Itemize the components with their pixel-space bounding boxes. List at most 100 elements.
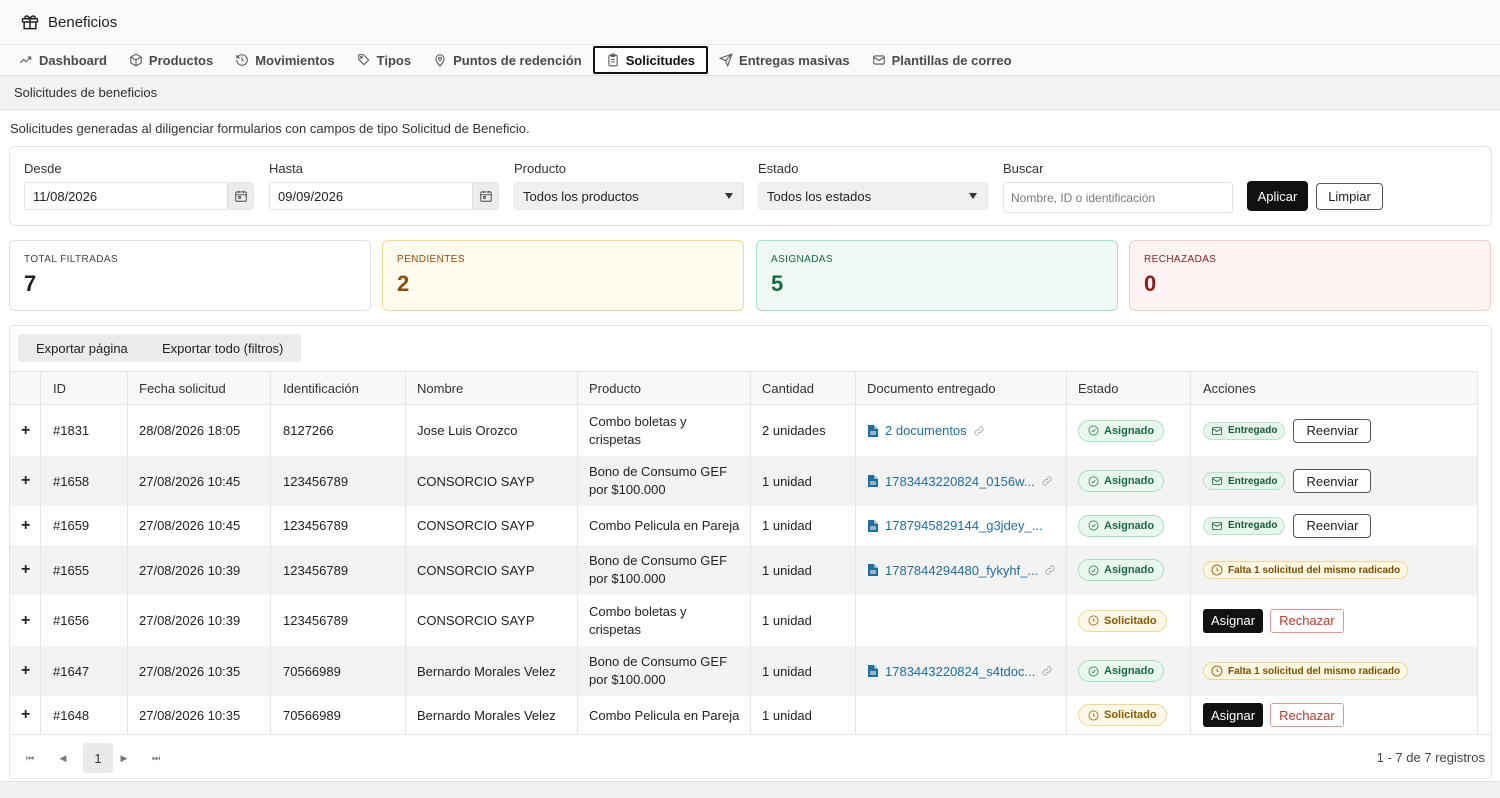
col-header-producto[interactable]: Producto <box>589 372 641 404</box>
col-header-nombre[interactable]: Nombre <box>417 372 463 404</box>
status-badge: Solicitado <box>1078 704 1167 726</box>
trend-icon <box>19 56 32 64</box>
desde-date-input[interactable]: 11/08/2026 <box>24 182 254 210</box>
check-circle-icon <box>1088 520 1099 531</box>
estado-selected: Todos los estados <box>767 188 872 204</box>
status-badge: Solicitado <box>1078 609 1167 632</box>
filter-desde: Desde 11/08/2026 <box>24 161 254 210</box>
search-input[interactable] <box>1003 182 1233 213</box>
expand-row-button[interactable]: + <box>21 595 30 646</box>
expand-row-button[interactable]: + <box>21 456 30 506</box>
producto-select[interactable]: Todos los productos <box>514 182 744 210</box>
table-row[interactable]: + #1658 27/08/2026 10:45 123456789 CONSO… <box>10 456 1479 506</box>
col-header-fecha[interactable]: Fecha solicitud <box>139 372 226 404</box>
document-link[interactable]: 1787844294480_fykyhf_... <box>867 563 1056 578</box>
table-row[interactable]: + #1656 27/08/2026 10:39 123456789 CONSO… <box>10 595 1479 646</box>
col-header-identificacion[interactable]: Identificación <box>283 372 359 404</box>
expand-row-button[interactable]: + <box>21 696 30 734</box>
col-header-documento[interactable]: Documento entregado <box>867 372 996 404</box>
calendar-icon[interactable] <box>227 183 253 209</box>
cell-producto: Bono de Consumo GEF por $100.000 <box>589 464 728 497</box>
tab-productos[interactable]: Productos <box>118 46 224 74</box>
resend-button[interactable]: Reenviar <box>1293 513 1372 538</box>
last-page-button[interactable]: ⏭ <box>144 745 168 771</box>
tab-label: Tipos <box>376 52 412 68</box>
clear-button[interactable]: Limpiar <box>1316 183 1383 210</box>
filters-panel: Desde 11/08/2026 Hasta 09/09/2026 Produc… <box>9 146 1492 226</box>
cell-producto: Bono de Consumo GEF por $100.000 <box>589 654 728 687</box>
cell-nombre: Jose Luis Orozco <box>417 423 518 438</box>
expand-row-button[interactable]: + <box>21 545 30 595</box>
document-link[interactable]: 2 documentos <box>867 423 985 438</box>
expand-row-button[interactable]: + <box>21 405 30 456</box>
clock-icon <box>1088 615 1099 626</box>
calendar-icon[interactable] <box>472 183 498 209</box>
resend-button[interactable]: Reenviar <box>1293 418 1372 443</box>
status-badge: Asignado <box>1078 559 1165 581</box>
table-row[interactable]: + #1659 27/08/2026 10:45 123456789 CONSO… <box>10 506 1479 545</box>
hasta-label: Hasta <box>269 161 303 176</box>
stat-value: 2 <box>397 271 410 296</box>
estado-label: Estado <box>758 161 799 176</box>
cell-cantidad: 2 unidades <box>762 423 826 438</box>
hasta-date-input[interactable]: 09/09/2026 <box>269 182 499 210</box>
next-page-button[interactable]: ▶ <box>112 745 136 771</box>
resend-button[interactable]: Reenviar <box>1293 469 1372 493</box>
producto-selected: Todos los productos <box>523 188 639 204</box>
table-row[interactable]: + #1831 28/08/2026 18:05 8127266 Jose Lu… <box>10 405 1479 456</box>
col-header-cantidad[interactable]: Cantidad <box>762 372 814 404</box>
table-row[interactable]: + #1647 27/08/2026 10:35 70566989 Bernar… <box>10 646 1479 696</box>
col-header-estado[interactable]: Estado <box>1078 372 1118 404</box>
stat-label: ASIGNADAS <box>771 254 833 265</box>
assign-button[interactable]: Asignar <box>1203 608 1264 633</box>
page-1-button[interactable]: 1 <box>83 743 113 773</box>
assign-button[interactable]: Asignar <box>1203 703 1264 727</box>
export-all-button[interactable]: Exportar todo (filtros) <box>144 334 302 362</box>
filter-producto: Producto Todos los productos <box>514 161 744 210</box>
pending-pill: Falta 1 solicitud del mismo radicado <box>1203 662 1409 680</box>
col-header-id[interactable]: ID <box>53 372 66 404</box>
estado-select[interactable]: Todos los estados <box>758 182 988 210</box>
col-header-acciones[interactable]: Acciones <box>1203 372 1256 404</box>
table-scrollbar[interactable] <box>1477 371 1491 734</box>
tab-label: Plantillas de correo <box>891 52 1012 68</box>
clock-icon <box>1088 710 1099 720</box>
first-page-button[interactable]: ⏮ <box>18 745 42 771</box>
app-header: Beneficios <box>0 0 1500 44</box>
tab-tipos[interactable]: Tipos <box>346 46 422 74</box>
table-row[interactable]: + #1648 27/08/2026 10:35 70566989 Bernar… <box>10 696 1479 734</box>
prev-page-button[interactable]: ◀ <box>51 745 75 771</box>
file-icon <box>868 564 878 576</box>
tab-movimientos[interactable]: Movimientos <box>224 46 345 74</box>
link-icon <box>1042 666 1052 676</box>
reject-button[interactable]: Rechazar <box>1270 703 1344 727</box>
tab-plantillas-de-correo[interactable]: Plantillas de correo <box>861 46 1023 74</box>
document-link[interactable]: 1787945829144_g3jdey_... <box>867 518 1043 533</box>
check-circle-icon <box>1088 476 1099 486</box>
box-icon <box>130 53 142 67</box>
expand-row-button[interactable]: + <box>21 646 30 696</box>
reject-button[interactable]: Rechazar <box>1270 608 1344 633</box>
tab-dashboard[interactable]: Dashboard <box>8 46 118 74</box>
clock-icon <box>1211 665 1223 677</box>
link-icon <box>974 426 984 435</box>
cell-fecha: 27/08/2026 10:45 <box>139 518 241 533</box>
cell-cantidad: 1 unidad <box>762 518 812 533</box>
table-row[interactable]: + #1655 27/08/2026 10:39 123456789 CONSO… <box>10 545 1479 595</box>
document-link[interactable]: 1783443220824_0156w... <box>867 474 1053 489</box>
tab-label: Productos <box>148 52 214 68</box>
document-link[interactable]: 1783443220824_s4tdoc... <box>867 664 1053 679</box>
expand-row-button[interactable]: + <box>21 506 30 545</box>
pending-pill: Falta 1 solicitud del mismo radicado <box>1203 561 1409 579</box>
tab-puntos-de-redencion[interactable]: Puntos de redención <box>422 46 593 74</box>
export-page-button[interactable]: Exportar página <box>18 334 146 362</box>
records-count: 1 - 7 de 7 registros <box>1376 750 1485 765</box>
tab-entregas-masivas[interactable]: Entregas masivas <box>708 46 861 74</box>
apply-button[interactable]: Aplicar <box>1247 181 1308 211</box>
delivered-pill: Entregado <box>1203 516 1286 535</box>
cell-nombre: CONSORCIO SAYP <box>417 473 535 489</box>
tab-label: Puntos de redención <box>453 52 582 68</box>
cell-fecha: 27/08/2026 10:35 <box>139 663 241 679</box>
tab-solicitudes[interactable]: Solicitudes <box>592 46 709 74</box>
page-description: Solicitudes generadas al diligenciar for… <box>10 121 530 136</box>
